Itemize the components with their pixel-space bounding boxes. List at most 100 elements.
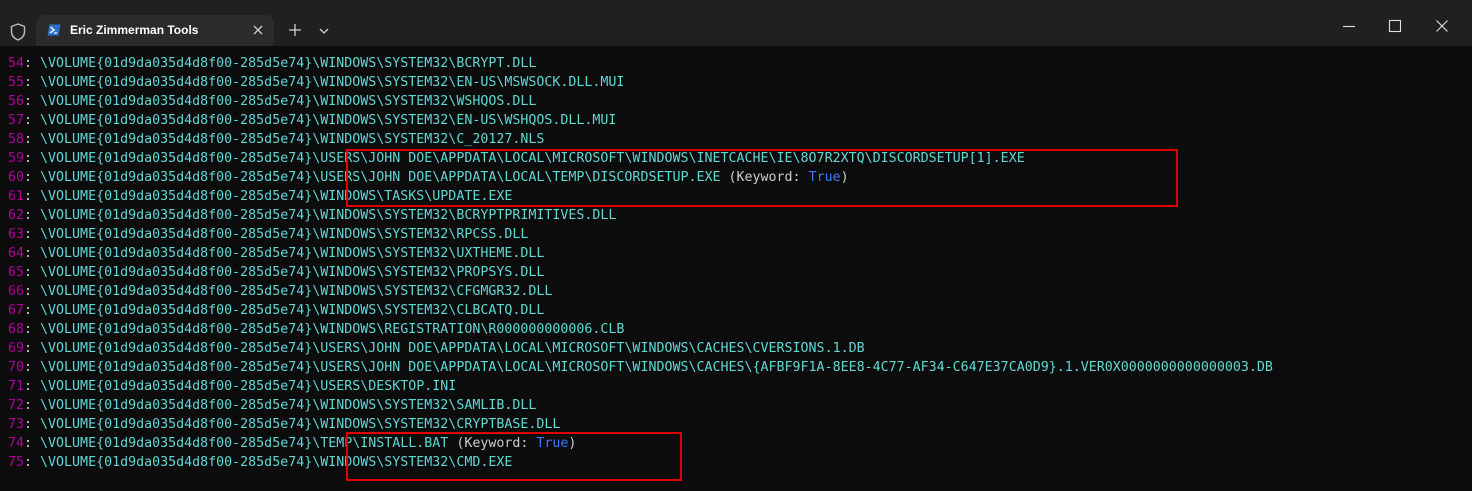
terminal-lines: 54: \VOLUME{01d9da035d4d8f00-285d5e74}\W… xyxy=(8,54,1273,472)
plus-icon[interactable] xyxy=(288,23,302,37)
volume-id: \VOLUME{01d9da035d4d8f00-285d5e74} xyxy=(40,341,313,356)
line-number: 55 xyxy=(8,75,25,90)
volume-id: \VOLUME{01d9da035d4d8f00-285d5e74} xyxy=(40,284,313,299)
close-icon[interactable] xyxy=(1435,19,1449,33)
line-number: 61 xyxy=(8,189,25,204)
file-path: \WINDOWS\SYSTEM32\WSHQOS.DLL xyxy=(312,94,537,109)
terminal-line: 67: \VOLUME{01d9da035d4d8f00-285d5e74}\W… xyxy=(8,301,1273,320)
terminal-line: 58: \VOLUME{01d9da035d4d8f00-285d5e74}\W… xyxy=(8,130,1273,149)
line-separator: : xyxy=(24,56,41,71)
line-separator: : xyxy=(24,303,41,318)
volume-id: \VOLUME{01d9da035d4d8f00-285d5e74} xyxy=(40,227,313,242)
volume-id: \VOLUME{01d9da035d4d8f00-285d5e74} xyxy=(40,398,313,413)
volume-id: \VOLUME{01d9da035d4d8f00-285d5e74} xyxy=(40,189,313,204)
chevron-down-icon[interactable] xyxy=(318,27,330,35)
line-number: 60 xyxy=(8,170,25,185)
highlight-box-discordsetup xyxy=(346,149,1178,207)
line-number: 58 xyxy=(8,132,25,147)
line-separator: : xyxy=(24,170,41,185)
volume-id: \VOLUME{01d9da035d4d8f00-285d5e74} xyxy=(40,379,313,394)
terminal-line: 69: \VOLUME{01d9da035d4d8f00-285d5e74}\U… xyxy=(8,339,1273,358)
line-number: 69 xyxy=(8,341,25,356)
line-number: 64 xyxy=(8,246,25,261)
file-path: \USERS\JOHN DOE\APPDATA\LOCAL\MICROSOFT\… xyxy=(312,360,1273,375)
highlight-box-install-bat xyxy=(346,432,682,481)
line-separator: : xyxy=(24,113,41,128)
line-separator: : xyxy=(24,341,41,356)
volume-id: \VOLUME{01d9da035d4d8f00-285d5e74} xyxy=(40,436,313,451)
terminal-line: 56: \VOLUME{01d9da035d4d8f00-285d5e74}\W… xyxy=(8,92,1273,111)
line-number: 57 xyxy=(8,113,25,128)
volume-id: \VOLUME{01d9da035d4d8f00-285d5e74} xyxy=(40,246,313,261)
line-number: 66 xyxy=(8,284,25,299)
terminal-line: 55: \VOLUME{01d9da035d4d8f00-285d5e74}\W… xyxy=(8,73,1273,92)
volume-id: \VOLUME{01d9da035d4d8f00-285d5e74} xyxy=(40,113,313,128)
shield-icon[interactable] xyxy=(10,23,26,41)
line-number: 70 xyxy=(8,360,25,375)
volume-id: \VOLUME{01d9da035d4d8f00-285d5e74} xyxy=(40,455,313,470)
line-separator: : xyxy=(24,208,41,223)
terminal-line: 68: \VOLUME{01d9da035d4d8f00-285d5e74}\W… xyxy=(8,320,1273,339)
file-path: \WINDOWS\REGISTRATION\R000000000006.CLB xyxy=(312,322,625,337)
volume-id: \VOLUME{01d9da035d4d8f00-285d5e74} xyxy=(40,208,313,223)
file-path: \WINDOWS\SYSTEM32\PROPSYS.DLL xyxy=(312,265,545,280)
file-path: \WINDOWS\SYSTEM32\BCRYPT.DLL xyxy=(312,56,537,71)
line-number: 72 xyxy=(8,398,25,413)
line-separator: : xyxy=(24,379,41,394)
line-number: 68 xyxy=(8,322,25,337)
file-path: \WINDOWS\SYSTEM32\SAMLIB.DLL xyxy=(312,398,537,413)
terminal-line: 71: \VOLUME{01d9da035d4d8f00-285d5e74}\U… xyxy=(8,377,1273,396)
volume-id: \VOLUME{01d9da035d4d8f00-285d5e74} xyxy=(40,322,313,337)
file-path: \WINDOWS\SYSTEM32\C_20127.NLS xyxy=(312,132,545,147)
line-separator: : xyxy=(24,436,41,451)
line-separator: : xyxy=(24,227,41,242)
tab-title: Eric Zimmerman Tools xyxy=(70,23,199,37)
terminal-line: 57: \VOLUME{01d9da035d4d8f00-285d5e74}\W… xyxy=(8,111,1273,130)
file-path: \WINDOWS\SYSTEM32\EN-US\MSWSOCK.DLL.MUI xyxy=(312,75,625,90)
file-path: \USERS\JOHN DOE\APPDATA\LOCAL\MICROSOFT\… xyxy=(312,341,865,356)
terminal-line: 70: \VOLUME{01d9da035d4d8f00-285d5e74}\U… xyxy=(8,358,1273,377)
volume-id: \VOLUME{01d9da035d4d8f00-285d5e74} xyxy=(40,132,313,147)
volume-id: \VOLUME{01d9da035d4d8f00-285d5e74} xyxy=(40,75,313,90)
tab-eric-zimmerman-tools[interactable]: Eric Zimmerman Tools xyxy=(36,15,274,46)
line-number: 56 xyxy=(8,94,25,109)
line-separator: : xyxy=(24,189,41,204)
terminal-line: 72: \VOLUME{01d9da035d4d8f00-285d5e74}\W… xyxy=(8,396,1273,415)
line-separator: : xyxy=(24,455,41,470)
powershell-icon xyxy=(47,24,61,36)
terminal-line: 64: \VOLUME{01d9da035d4d8f00-285d5e74}\W… xyxy=(8,244,1273,263)
volume-id: \VOLUME{01d9da035d4d8f00-285d5e74} xyxy=(40,56,313,71)
terminal-line: 63: \VOLUME{01d9da035d4d8f00-285d5e74}\W… xyxy=(8,225,1273,244)
volume-id: \VOLUME{01d9da035d4d8f00-285d5e74} xyxy=(40,151,313,166)
line-number: 75 xyxy=(8,455,25,470)
file-path: \WINDOWS\SYSTEM32\EN-US\WSHQOS.DLL.MUI xyxy=(312,113,617,128)
line-separator: : xyxy=(24,94,41,109)
terminal-line: 62: \VOLUME{01d9da035d4d8f00-285d5e74}\W… xyxy=(8,206,1273,225)
file-path: \WINDOWS\SYSTEM32\UXTHEME.DLL xyxy=(312,246,545,261)
line-number: 67 xyxy=(8,303,25,318)
line-number: 71 xyxy=(8,379,25,394)
line-number: 74 xyxy=(8,436,25,451)
line-separator: : xyxy=(24,284,41,299)
maximize-icon[interactable] xyxy=(1388,19,1402,33)
line-number: 65 xyxy=(8,265,25,280)
line-separator: : xyxy=(24,360,41,375)
volume-id: \VOLUME{01d9da035d4d8f00-285d5e74} xyxy=(40,265,313,280)
line-separator: : xyxy=(24,322,41,337)
terminal-line: 65: \VOLUME{01d9da035d4d8f00-285d5e74}\W… xyxy=(8,263,1273,282)
line-separator: : xyxy=(24,151,41,166)
terminal-output[interactable]: 54: \VOLUME{01d9da035d4d8f00-285d5e74}\W… xyxy=(0,46,1472,491)
line-separator: : xyxy=(24,75,41,90)
line-number: 63 xyxy=(8,227,25,242)
close-icon[interactable] xyxy=(252,24,264,36)
line-number: 59 xyxy=(8,151,25,166)
line-separator: : xyxy=(24,265,41,280)
file-path: \WINDOWS\SYSTEM32\CRYPTBASE.DLL xyxy=(312,417,561,432)
line-number: 73 xyxy=(8,417,25,432)
minimize-icon[interactable] xyxy=(1342,19,1356,33)
volume-id: \VOLUME{01d9da035d4d8f00-285d5e74} xyxy=(40,94,313,109)
file-path: \WINDOWS\SYSTEM32\CFGMGR32.DLL xyxy=(312,284,553,299)
volume-id: \VOLUME{01d9da035d4d8f00-285d5e74} xyxy=(40,360,313,375)
file-path: \WINDOWS\SYSTEM32\CLBCATQ.DLL xyxy=(312,303,545,318)
line-separator: : xyxy=(24,132,41,147)
